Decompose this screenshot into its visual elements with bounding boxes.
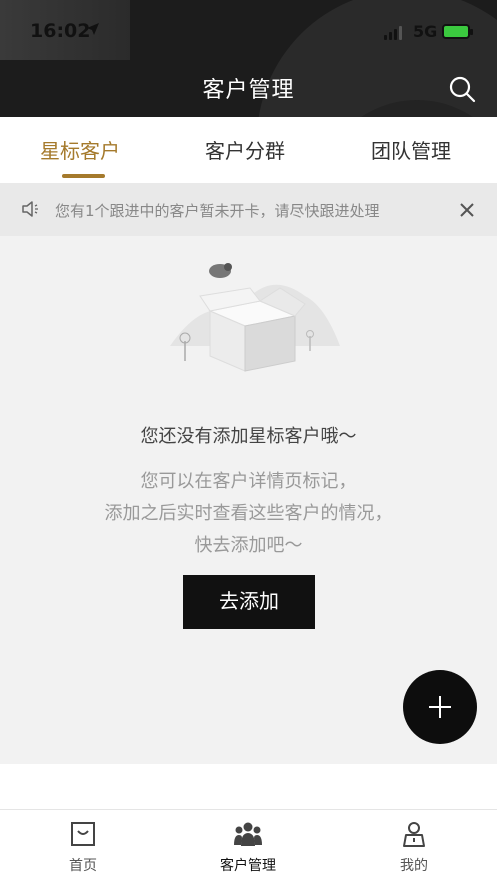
tab-team-management[interactable]: 团队管理 <box>371 135 451 164</box>
status-time: 16:02 <box>30 20 91 42</box>
tabbar-label-profile: 我的 <box>400 858 428 874</box>
signal-icon <box>384 26 402 40</box>
empty-desc-line-2: 添加之后实时查看这些客户的情况， <box>104 503 393 524</box>
tabbar-item-profile[interactable]: 我的 <box>354 810 474 883</box>
empty-state-description: 您可以在客户详情页标记， 添加之后实时查看这些客户的情况， 快去添加吧～ <box>0 466 497 562</box>
network-type: 5G <box>413 22 438 41</box>
empty-state-title: 您还没有添加星标客户哦～ <box>140 426 357 447</box>
tab-customer-groups[interactable]: 客户分群 <box>205 135 285 164</box>
active-tab-indicator <box>62 174 105 178</box>
page-title: 客户管理 <box>202 78 295 103</box>
battery-icon <box>442 24 473 39</box>
empty-desc-line-1: 您可以在客户详情页标记， <box>140 471 357 492</box>
home-bag-icon <box>71 822 95 846</box>
notice-text: 您有1个跟进中的客户暂未开卡，请尽快跟进处理 <box>55 202 380 220</box>
app-header: 16:02 5G 客户管理 <box>0 0 497 117</box>
empty-desc-line-3: 快去添加吧～ <box>194 535 303 556</box>
tab-starred-customers[interactable]: 星标客户 <box>40 135 120 164</box>
tabbar-item-home[interactable]: 首页 <box>23 810 143 883</box>
speaker-icon <box>22 201 38 217</box>
status-time-area: 16:02 <box>0 0 130 60</box>
search-icon[interactable] <box>447 74 477 104</box>
add-floating-button[interactable] <box>403 670 477 744</box>
tabbar-label-customers: 客户管理 <box>220 858 276 874</box>
location-arrow-icon <box>87 23 99 35</box>
tabbar-item-customers[interactable]: 客户管理 <box>188 810 308 883</box>
content-footer-gap <box>0 764 497 809</box>
customers-icon <box>234 822 262 846</box>
go-add-button[interactable]: 去添加 <box>183 575 315 629</box>
profile-icon <box>403 822 425 847</box>
empty-box-illustration <box>170 263 340 372</box>
status-bar: 16:02 5G <box>0 0 497 60</box>
close-icon[interactable] <box>458 201 476 219</box>
bottom-tab-bar: 首页 客户管理 我的 <box>0 809 497 883</box>
tab-bar-top: 星标客户 客户分群 团队管理 <box>0 117 497 183</box>
notice-banner: 您有1个跟进中的客户暂未开卡，请尽快跟进处理 <box>0 183 497 236</box>
tabbar-label-home: 首页 <box>69 858 97 874</box>
